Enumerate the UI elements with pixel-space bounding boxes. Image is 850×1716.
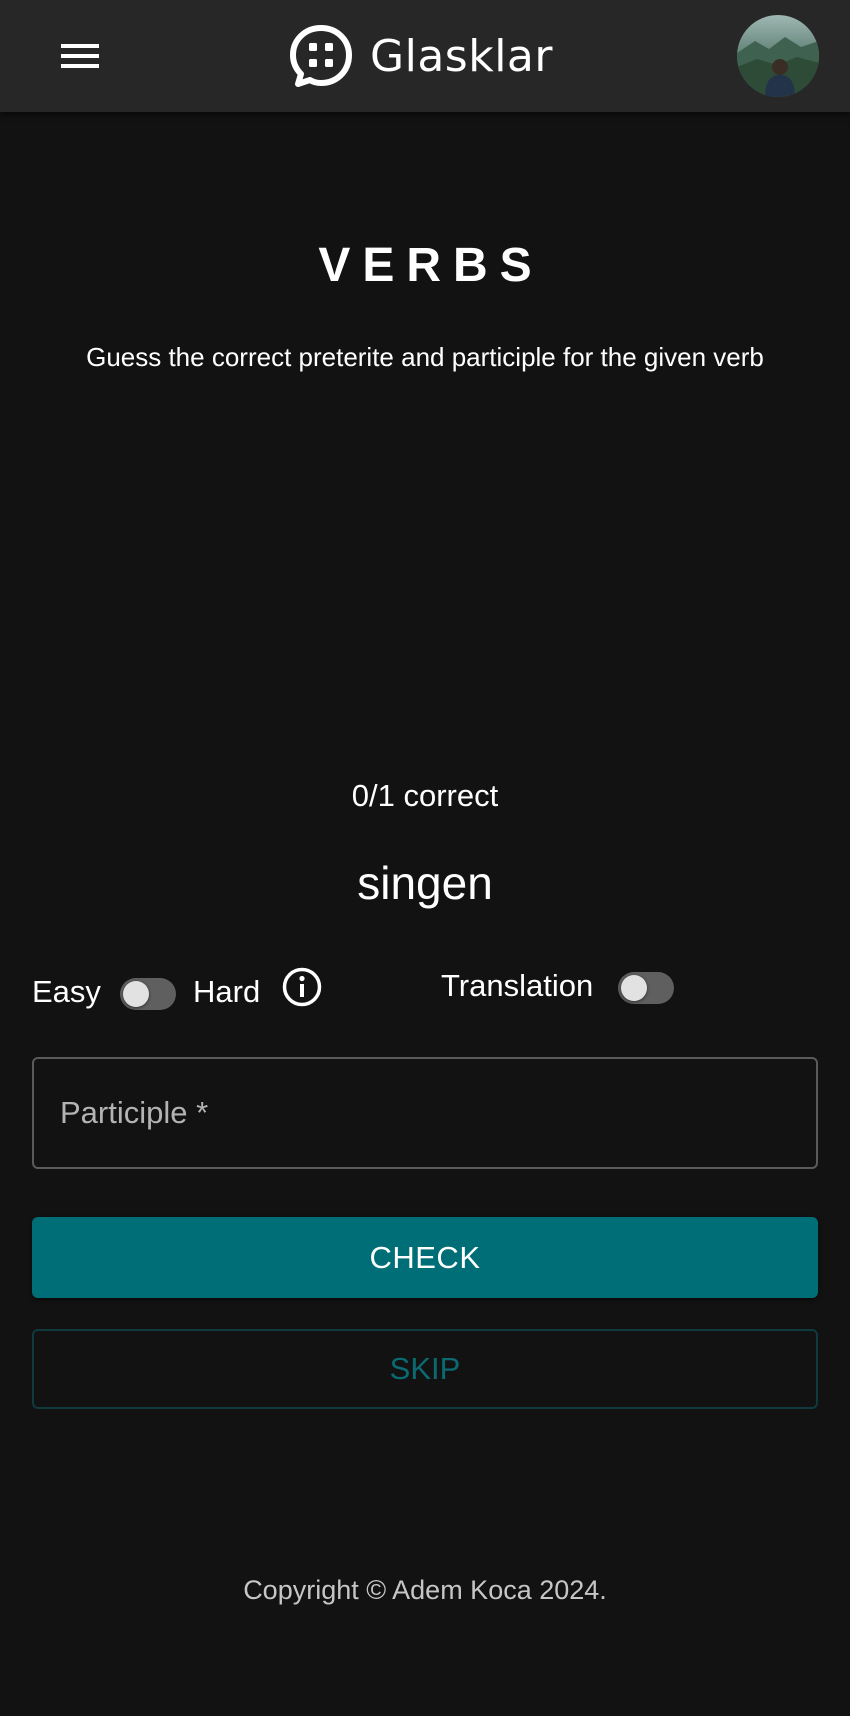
score-counter: 0/1 correct [351, 778, 499, 813]
page-title: VERBS [318, 239, 544, 292]
check-button[interactable]: CHECK [32, 1217, 818, 1298]
menu-button[interactable] [44, 30, 116, 82]
brand-name: Glasklar [370, 30, 553, 82]
options-row: Easy Hard Translation [32, 966, 822, 1022]
brand-logo[interactable]: Glasklar [288, 20, 553, 92]
info-button[interactable] [281, 966, 323, 1008]
skip-button[interactable]: SKIP [32, 1329, 818, 1409]
easy-label: Easy [32, 974, 101, 1009]
translation-label: Translation [441, 968, 594, 1003]
avatar-photo [737, 15, 819, 97]
verb-prompt: singen [357, 857, 493, 909]
hard-label: Hard [193, 974, 261, 1009]
user-avatar[interactable] [737, 15, 819, 97]
copyright-footer: Copyright © Adem Koca 2024. [243, 1575, 607, 1605]
chat-bubble-grid-icon [290, 25, 352, 87]
page-subtitle: Guess the correct preterite and particip… [86, 342, 764, 372]
translation-toggle[interactable] [618, 972, 674, 1004]
participle-field[interactable] [32, 1057, 818, 1169]
difficulty-toggle[interactable] [120, 978, 176, 1010]
difficulty-toggle-knob [123, 981, 149, 1007]
info-circle-icon [282, 967, 322, 1007]
participle-input[interactable] [34, 1059, 816, 1167]
hamburger-menu-icon [61, 44, 99, 68]
app-bar: Glasklar [0, 0, 850, 112]
translation-toggle-knob [621, 975, 647, 1001]
